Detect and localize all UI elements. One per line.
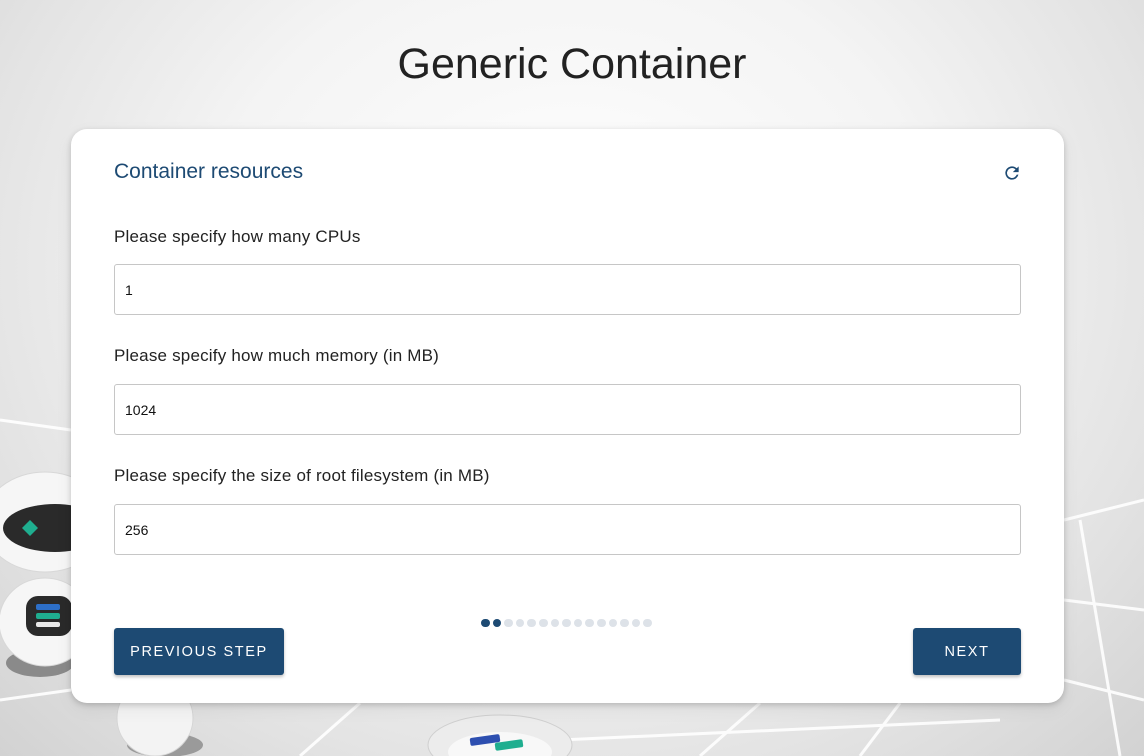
page-title: Generic Container xyxy=(397,40,747,88)
step-dot xyxy=(585,618,594,628)
step-dot xyxy=(481,618,490,628)
step-dot xyxy=(550,618,560,628)
step-progress-dots xyxy=(481,618,652,628)
card-title: Container resources xyxy=(114,160,304,183)
step-dot xyxy=(643,618,652,628)
cpu-label: Please specify how many CPUs xyxy=(114,227,361,246)
rootfs-label: Please specify the size of root filesyst… xyxy=(114,466,490,485)
step-dot xyxy=(562,618,571,628)
step-dot xyxy=(538,618,548,628)
step-dot xyxy=(515,618,525,628)
refresh-button[interactable] xyxy=(999,160,1025,186)
refresh-icon xyxy=(1005,166,1019,180)
step-dot xyxy=(608,618,618,628)
step-dot xyxy=(596,618,606,628)
step-dot xyxy=(620,618,629,628)
next-button[interactable]: NEXT xyxy=(913,628,1021,675)
memory-label: Please specify how much memory (in MB) xyxy=(114,346,440,365)
step-dot xyxy=(504,618,513,628)
robot-bottom-illustration xyxy=(427,714,573,756)
step-dot xyxy=(527,618,536,628)
step-dot xyxy=(492,618,502,628)
wizard-card: Container resources Please specify how m… xyxy=(71,129,1064,703)
step-dot xyxy=(573,618,583,628)
memory-input[interactable] xyxy=(114,384,1021,435)
rootfs-input[interactable] xyxy=(114,504,1021,555)
step-dot xyxy=(631,618,641,628)
previous-step-button[interactable]: PREVIOUS STEP xyxy=(114,628,284,675)
cpu-input[interactable] xyxy=(114,264,1021,315)
